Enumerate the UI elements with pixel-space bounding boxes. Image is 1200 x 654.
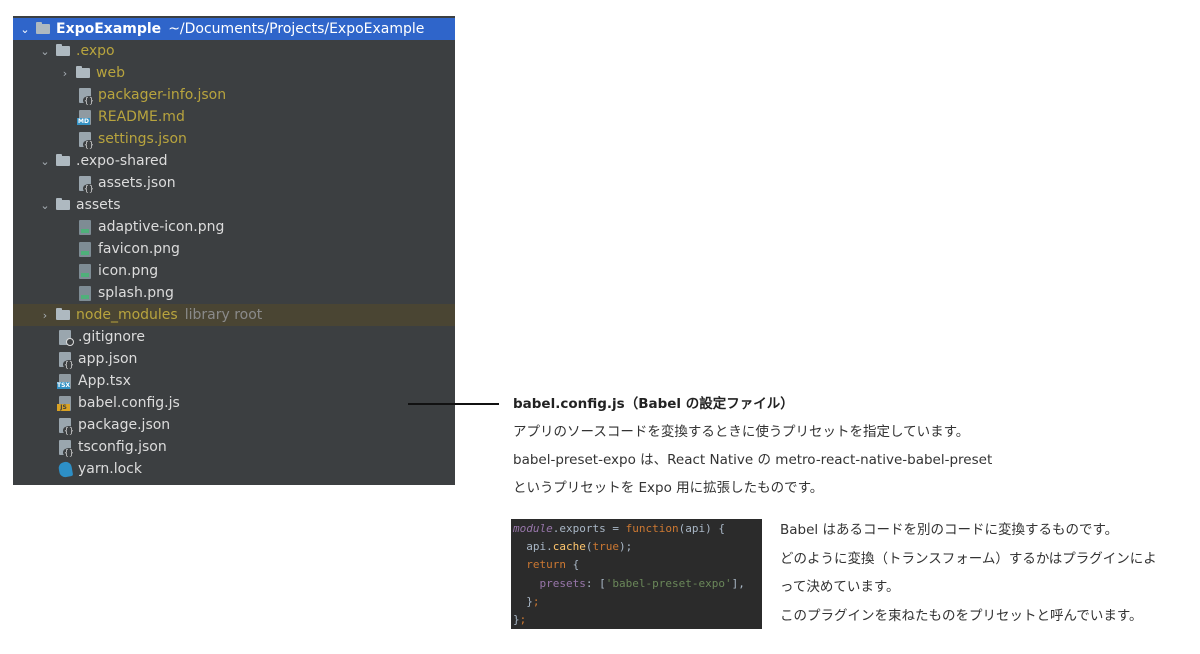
explanation-line: babel-preset-expo は、React Native の metro… [513, 452, 993, 468]
chevron-down-icon[interactable]: ⌄ [38, 199, 52, 212]
project-path: ~/Documents/Projects/ExpoExample [168, 21, 425, 37]
folder-icon [36, 22, 50, 34]
explanation-line: というプリセットを Expo 用に拡張したものです。 [513, 480, 824, 496]
markdown-file-icon: MD [77, 109, 91, 125]
project-name: ExpoExample [56, 21, 162, 37]
folder-icon [56, 154, 70, 166]
tree-folder-expo-shared[interactable]: ⌄ .expo-shared [13, 150, 455, 172]
library-root-tag: library root [184, 307, 263, 323]
explanation-line: アプリのソースコードを変換するときに使うプリセットを指定しています。 [513, 424, 970, 440]
json-file-icon [59, 351, 75, 369]
tree-folder-web[interactable]: › web [13, 62, 455, 84]
tree-file-tsconfig[interactable]: tsconfig.json [13, 436, 455, 458]
tsx-file-icon: TSX [57, 373, 71, 389]
image-file-icon [79, 263, 91, 279]
tree-file-package-json[interactable]: package.json [13, 414, 455, 436]
file-label: adaptive-icon.png [98, 219, 225, 235]
chevron-down-icon[interactable]: ⌄ [38, 45, 52, 58]
json-file-icon [59, 439, 75, 457]
folder-icon [56, 308, 70, 320]
chevron-right-icon[interactable]: › [58, 67, 72, 80]
tree-file-gitignore[interactable]: .gitignore [13, 326, 455, 348]
json-file-icon [79, 87, 95, 105]
image-file-icon [79, 285, 91, 301]
folder-label: assets [76, 197, 121, 213]
code-line: }; [513, 612, 527, 626]
tree-file-favicon[interactable]: favicon.png [13, 238, 455, 260]
js-file-icon: JS [57, 395, 71, 411]
file-label: App.tsx [78, 373, 131, 389]
file-label: README.md [98, 109, 185, 125]
tree-folder-node-modules[interactable]: › node_modules library root [13, 304, 455, 326]
file-label: .gitignore [78, 329, 145, 345]
babel-note: Babel はあるコードを別のコードに変換するものです。 どのように変換（トラン… [780, 516, 1190, 630]
tree-file-babel-config[interactable]: JS babel.config.js [13, 392, 455, 414]
file-label: app.json [78, 351, 138, 367]
explanation-heading: babel.config.js（Babel の設定ファイル） [513, 396, 794, 412]
tree-file-settings[interactable]: settings.json [13, 128, 455, 150]
folder-icon [56, 198, 70, 210]
file-label: package.json [78, 417, 171, 433]
file-label: splash.png [98, 285, 174, 301]
tree-file-app-json[interactable]: app.json [13, 348, 455, 370]
file-label: babel.config.js [78, 395, 180, 411]
image-file-icon [79, 241, 91, 257]
callout-line [408, 403, 499, 405]
code-line: module.exports = function(api) { [513, 522, 725, 535]
tree-file-packager-info[interactable]: packager-info.json [13, 84, 455, 106]
code-line: }; [526, 594, 540, 608]
tree-folder-expo[interactable]: ⌄ .expo [13, 40, 455, 62]
folder-icon [76, 66, 90, 78]
note-line: このプラグインを束ねたものをプリセットと呼んでいます。 [780, 607, 1143, 624]
code-line: return { [526, 558, 580, 572]
code-line: api.cache(true); [513, 540, 633, 554]
note-line: どのように変換（トランスフォーム）するかはプラグインによ [780, 550, 1157, 567]
file-label: yarn.lock [78, 461, 142, 477]
tree-file-app-tsx[interactable]: TSX App.tsx [13, 370, 455, 392]
tree-file-yarn-lock[interactable]: yarn.lock [13, 458, 455, 480]
note-line: Babel はあるコードを別のコードに変換するものです。 [780, 522, 1119, 538]
project-tree: ⌄ ExpoExample ~/Documents/Projects/ExpoE… [13, 16, 455, 485]
tree-file-assets-json[interactable]: assets.json [13, 172, 455, 194]
json-file-icon [59, 417, 75, 435]
file-label: assets.json [98, 175, 176, 191]
file-label: icon.png [98, 263, 159, 279]
note-line: って決めています。 [780, 579, 900, 595]
image-file-icon [79, 219, 91, 235]
folder-icon [56, 44, 70, 56]
chevron-down-icon[interactable]: ⌄ [38, 155, 52, 168]
gitignore-file-icon [59, 329, 74, 346]
chevron-right-icon[interactable]: › [38, 309, 52, 322]
folder-label: web [96, 65, 125, 81]
tree-file-readme[interactable]: MD README.md [13, 106, 455, 128]
tree-folder-assets[interactable]: ⌄ assets [13, 194, 455, 216]
code-snippet: module.exports = function(api) { api.cac… [511, 519, 762, 629]
file-label: favicon.png [98, 241, 180, 257]
code-line: presets: ['babel-preset-expo'], [539, 576, 745, 590]
file-label: settings.json [98, 131, 187, 147]
file-label: packager-info.json [98, 87, 227, 103]
babel-config-explanation: babel.config.js（Babel の設定ファイル） アプリのソースコー… [513, 390, 1113, 502]
tree-file-adaptive-icon[interactable]: adaptive-icon.png [13, 216, 455, 238]
folder-label: .expo [76, 43, 115, 59]
json-file-icon [79, 175, 95, 193]
json-file-icon [79, 131, 95, 149]
file-label: tsconfig.json [78, 439, 167, 455]
yarn-icon [57, 460, 74, 478]
folder-label: .expo-shared [76, 153, 168, 169]
tree-file-icon-png[interactable]: icon.png [13, 260, 455, 282]
tree-root-row[interactable]: ⌄ ExpoExample ~/Documents/Projects/ExpoE… [13, 18, 455, 40]
chevron-down-icon[interactable]: ⌄ [18, 23, 32, 36]
tree-file-splash[interactable]: splash.png [13, 282, 455, 304]
folder-label: node_modules [76, 307, 178, 323]
